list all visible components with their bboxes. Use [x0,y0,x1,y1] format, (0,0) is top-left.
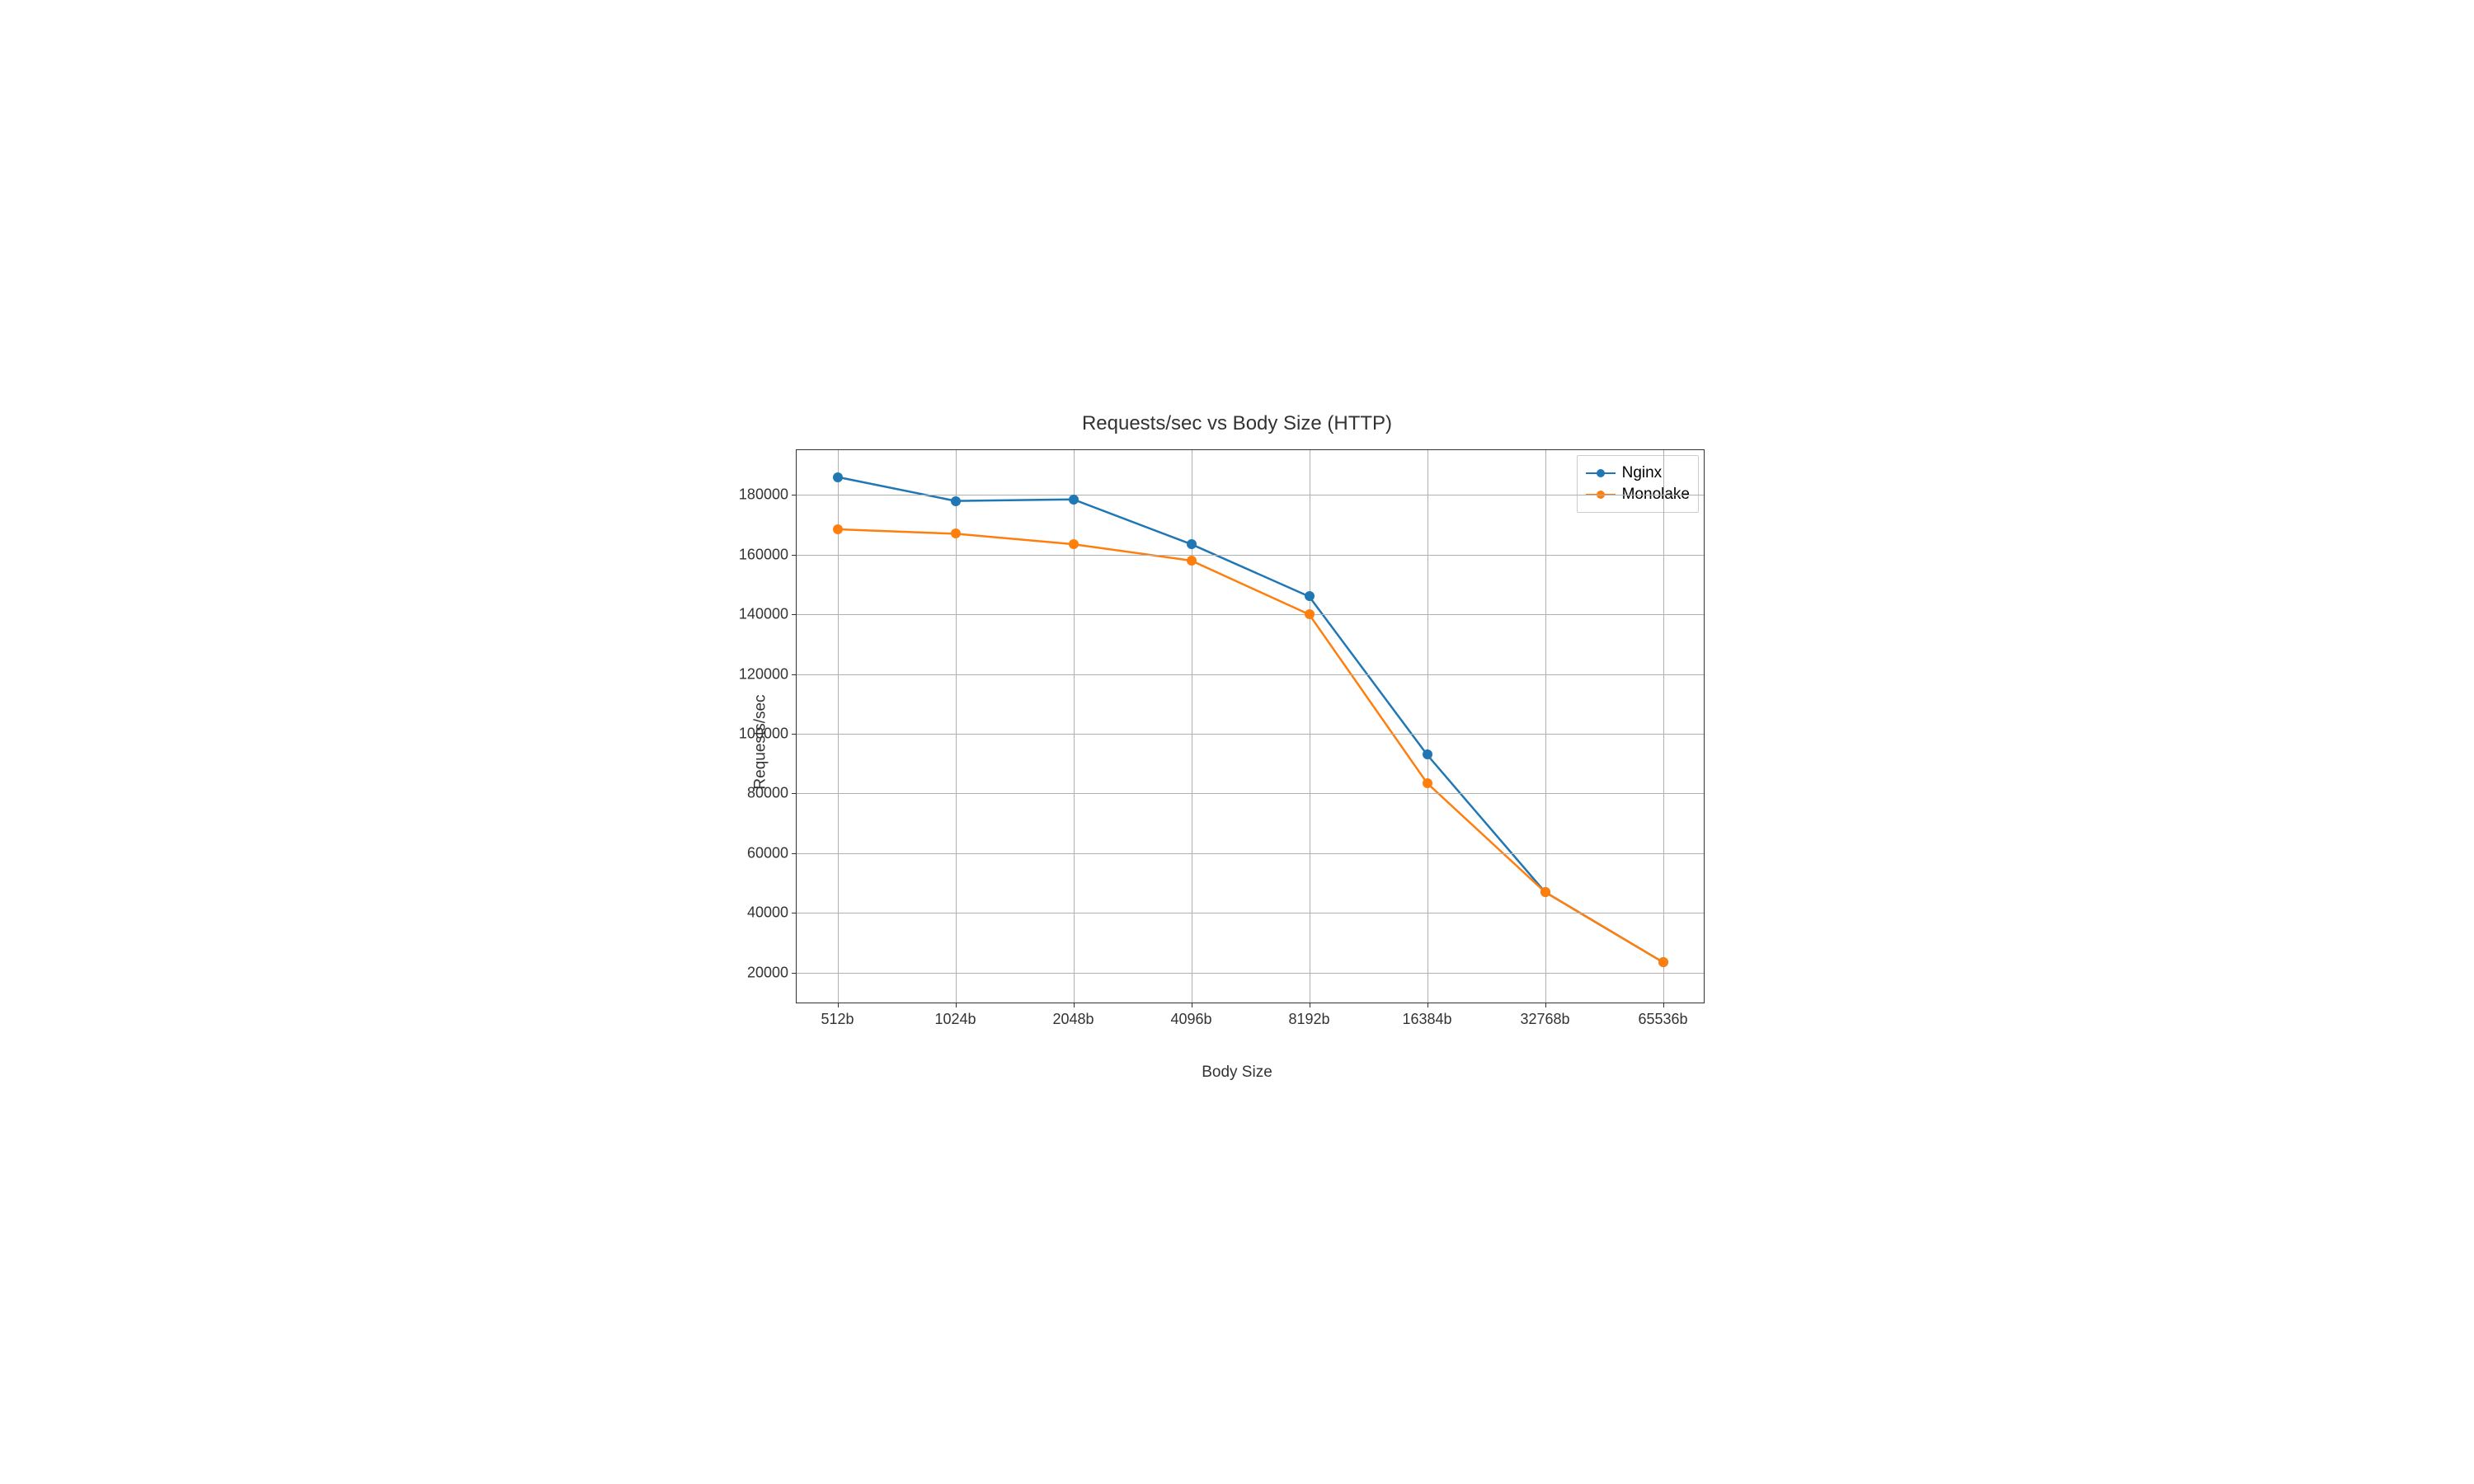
x-tick-mark [838,1003,839,1007]
data-point [1540,887,1550,897]
data-point [951,528,961,538]
y-tick-mark [792,734,797,735]
y-tick-label: 160000 [739,546,788,563]
x-tick-mark [956,1003,957,1007]
gridline-horizontal [797,973,1704,974]
y-tick-label: 100000 [739,726,788,743]
legend-entry: Nginx [1586,463,1690,484]
gridline-vertical [1545,450,1546,1003]
series-line [838,477,1663,963]
y-tick-mark [792,555,797,556]
x-tick-label: 65536b [1638,1011,1687,1028]
data-point [1305,609,1315,619]
data-point [1305,591,1315,601]
chart-title: Requests/sec vs Body Size (HTTP) [668,412,1806,435]
gridline-vertical [1663,450,1664,1003]
y-tick-mark [792,853,797,854]
y-tick-label: 20000 [747,964,788,981]
gridline-vertical [1427,450,1428,1003]
x-tick-label: 32768b [1520,1011,1569,1028]
x-tick-mark [1663,1003,1664,1007]
data-point [1069,495,1079,505]
y-tick-label: 140000 [739,606,788,623]
y-tick-mark [792,793,797,794]
gridline-horizontal [797,853,1704,854]
x-tick-mark [1545,1003,1546,1007]
x-tick-mark [1427,1003,1428,1007]
x-tick-label: 8192b [1288,1011,1329,1028]
y-tick-mark [792,614,797,615]
y-tick-label: 180000 [739,486,788,504]
data-point [951,496,961,506]
data-point [1423,749,1432,759]
y-tick-label: 80000 [747,785,788,802]
y-tick-label: 40000 [747,904,788,922]
chart-container: Requests/sec vs Body Size (HTTP) Request… [668,396,1806,1088]
gridline-horizontal [797,674,1704,675]
legend-marker-icon [1586,472,1616,475]
data-point [1423,778,1432,788]
x-tick-label: 512b [821,1011,854,1028]
plot-area: NginxMonolake 20000400006000080000100000… [796,449,1705,1003]
data-point [1187,539,1197,549]
chart-lines-svg [797,450,1704,1003]
gridline-horizontal [797,734,1704,735]
legend-label: Nginx [1622,464,1663,482]
gridline-vertical [1074,450,1075,1003]
x-tick-label: 16384b [1402,1011,1451,1028]
y-tick-label: 60000 [747,844,788,862]
x-axis-label: Body Size [1202,1064,1272,1082]
data-point [1187,556,1197,566]
data-point [1658,957,1668,967]
legend: NginxMonolake [1577,455,1699,513]
x-tick-mark [1074,1003,1075,1007]
x-tick-label: 4096b [1170,1011,1211,1028]
x-tick-label: 1024b [934,1011,976,1028]
gridline-horizontal [797,555,1704,556]
series-line [838,529,1663,962]
data-point [833,524,843,534]
y-tick-mark [792,674,797,675]
gridline-horizontal [797,614,1704,615]
x-tick-label: 2048b [1052,1011,1094,1028]
y-tick-mark [792,973,797,974]
y-tick-label: 120000 [739,665,788,683]
gridline-horizontal [797,793,1704,794]
data-point [1069,539,1079,549]
data-point [833,472,843,482]
